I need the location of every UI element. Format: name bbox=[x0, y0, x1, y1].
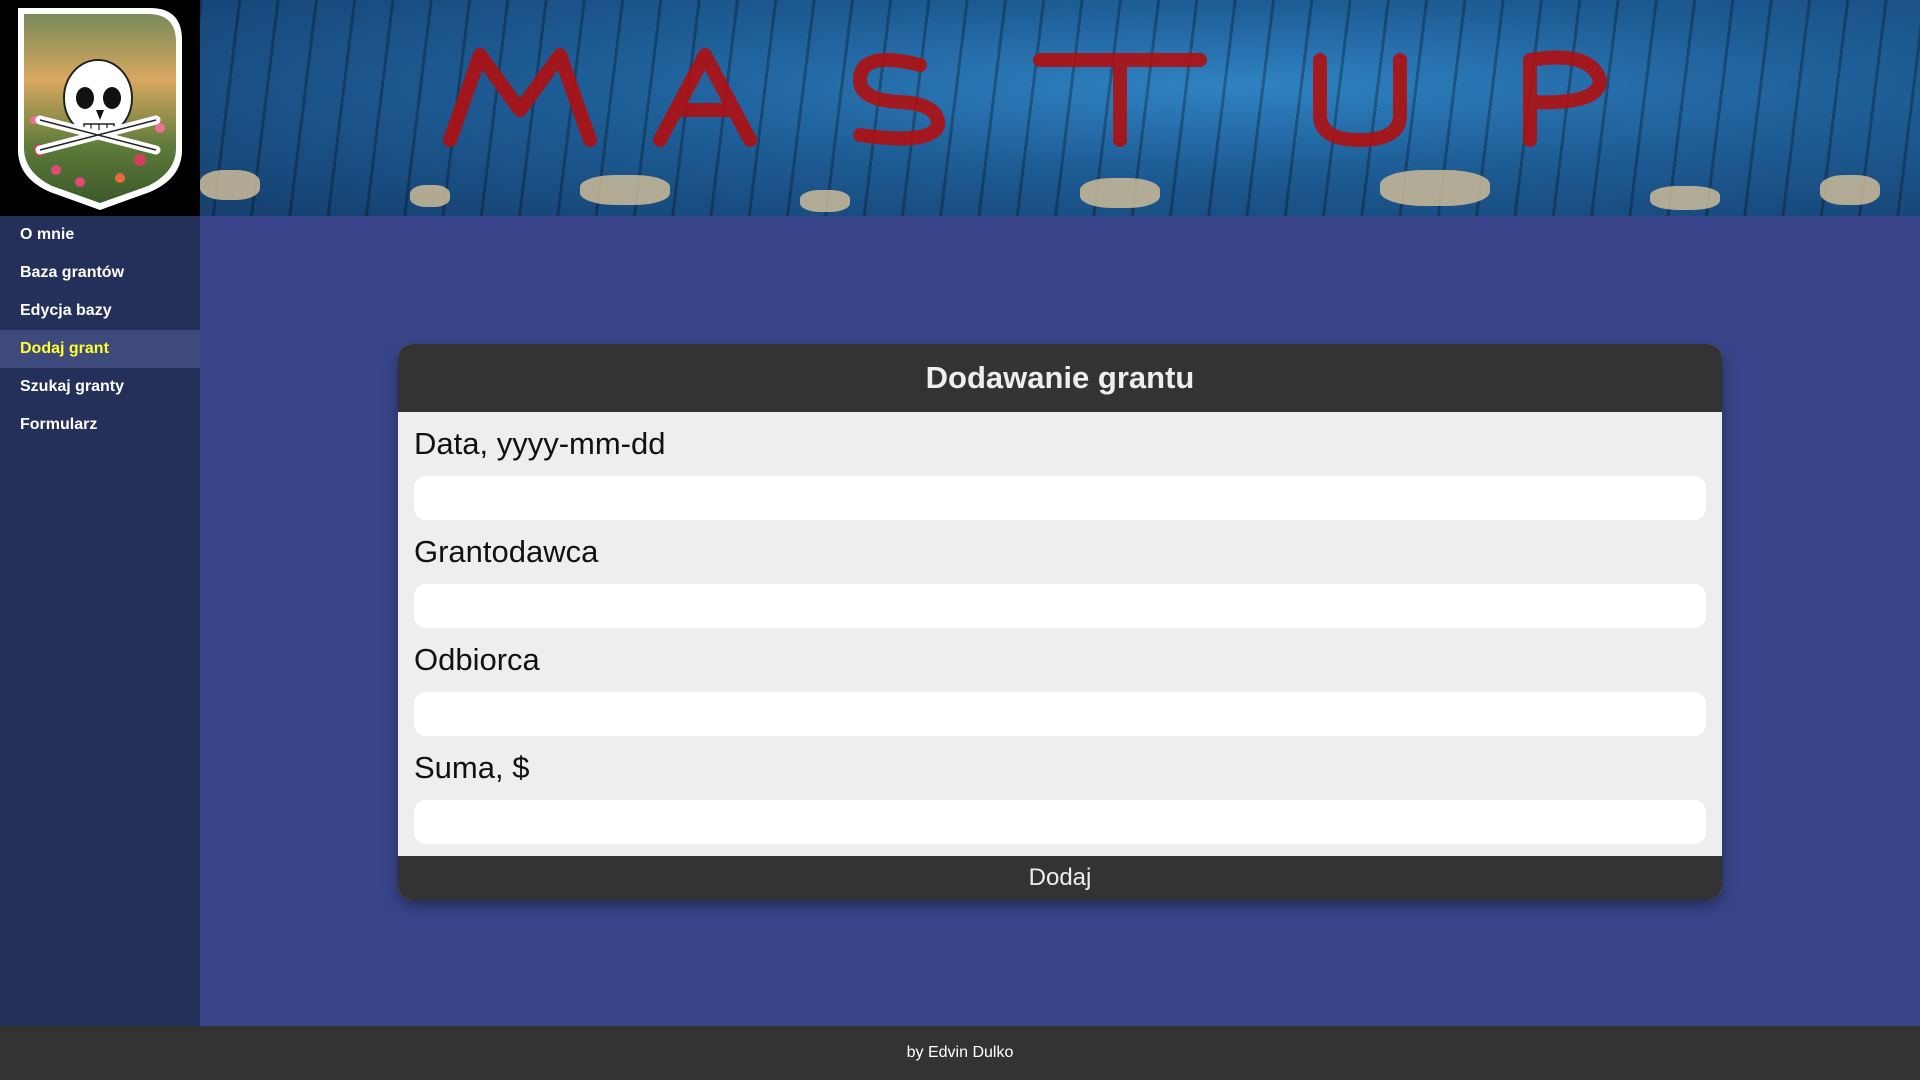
add-grant-form: Dodawanie grantu Data, yyyy-mm-dd Granto… bbox=[398, 344, 1722, 900]
recipient-label: Odbiorca bbox=[414, 642, 540, 677]
amount-label: Suma, $ bbox=[414, 750, 530, 785]
banner-image bbox=[200, 0, 1920, 216]
grantor-label: Grantodawca bbox=[414, 534, 599, 569]
banner-graffiti bbox=[443, 48, 1607, 147]
skull-crest-icon bbox=[18, 8, 182, 210]
sidebar-item-dodaj-grant[interactable]: Dodaj grant bbox=[0, 330, 200, 368]
date-label: Data, yyyy-mm-dd bbox=[414, 426, 666, 461]
sidebar-item-baza-grantow[interactable]: Baza grantów bbox=[0, 254, 200, 292]
sidebar: O mnie Baza grantów Edycja bazy Dodaj gr… bbox=[0, 216, 200, 1026]
form-body: Data, yyyy-mm-dd Grantodawca Odbiorca Su… bbox=[398, 412, 1722, 854]
footer-credit: by Edvin Dulko bbox=[906, 1044, 1014, 1061]
sidebar-item-formularz[interactable]: Formularz bbox=[0, 406, 200, 444]
sidebar-item-edycja-bazy[interactable]: Edycja bazy bbox=[0, 292, 200, 330]
amount-input[interactable] bbox=[414, 800, 1706, 844]
form-title: Dodawanie grantu bbox=[398, 344, 1722, 412]
site-header bbox=[0, 0, 1920, 216]
date-input[interactable] bbox=[414, 476, 1706, 520]
sidebar-item-szukaj-granty[interactable]: Szukaj granty bbox=[0, 368, 200, 406]
sidebar-item-o-mnie[interactable]: O mnie bbox=[0, 216, 200, 254]
grantor-input[interactable] bbox=[414, 584, 1706, 628]
logo[interactable] bbox=[0, 0, 200, 216]
add-button[interactable]: Dodaj bbox=[398, 856, 1722, 900]
main-content: Dodawanie grantu Data, yyyy-mm-dd Granto… bbox=[200, 216, 1920, 1026]
recipient-input[interactable] bbox=[414, 692, 1706, 736]
footer: by Edvin Dulko bbox=[0, 1026, 1920, 1080]
